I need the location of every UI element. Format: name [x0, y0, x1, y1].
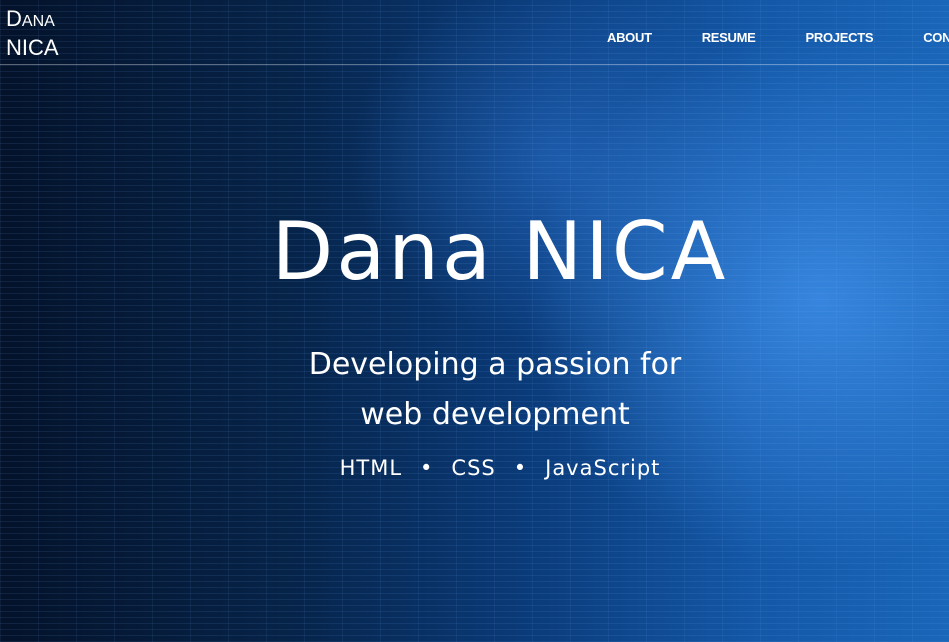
separator: • [513, 456, 528, 480]
logo-first-rest: ANA [21, 13, 55, 30]
logo-first: D [6, 6, 22, 31]
skill-css: CSS [451, 456, 496, 480]
nav-about[interactable]: ABOUT [607, 30, 652, 45]
hero-tagline: Developing a passion for web development [0, 340, 949, 440]
nav-projects[interactable]: PROJECTS [806, 30, 874, 45]
nav-resume[interactable]: RESUME [702, 30, 756, 45]
background-image [0, 0, 949, 642]
site-header: DANA NICA ABOUT RESUME PROJECTS CONTACT [0, 0, 949, 65]
hero-title: Dana NICA [271, 205, 729, 298]
separator: • [420, 456, 434, 480]
tagline-line-2: web development [360, 397, 630, 432]
skill-javascript: JavaScript [545, 456, 661, 480]
nav-contact[interactable]: CONTACT [923, 30, 949, 45]
main-nav: ABOUT RESUME PROJECTS CONTACT [607, 30, 949, 45]
logo-last: NICA [6, 35, 59, 60]
tagline-line-1: Developing a passion for [308, 347, 682, 382]
skill-html: HTML [339, 456, 403, 480]
logo[interactable]: DANA NICA [6, 6, 59, 61]
skills-list: HTML • CSS • JavaScript [0, 456, 949, 480]
